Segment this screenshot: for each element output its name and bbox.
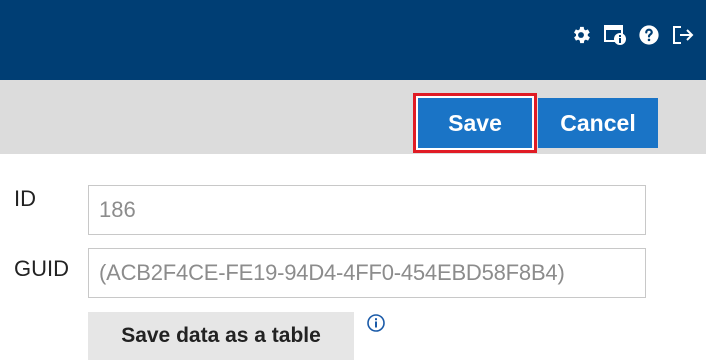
help-icon[interactable] — [636, 22, 662, 48]
page: Save Cancel ID 186 GUID (ACB2F4CE-FE19-9… — [0, 0, 706, 362]
info-icon[interactable] — [366, 313, 386, 333]
top-header-bar — [0, 0, 706, 80]
window-info-icon[interactable] — [602, 22, 628, 48]
logout-icon[interactable] — [670, 22, 696, 48]
guid-label: GUID — [14, 256, 69, 281]
id-field[interactable]: 186 — [88, 185, 646, 235]
gear-icon[interactable] — [568, 22, 594, 48]
save-data-as-table-button[interactable]: Save data as a table — [88, 312, 354, 360]
save-button[interactable]: Save — [418, 98, 532, 148]
id-label: ID — [14, 186, 36, 211]
header-icon-group — [568, 20, 696, 50]
cancel-button[interactable]: Cancel — [538, 98, 658, 148]
guid-field[interactable]: (ACB2F4CE-FE19-94D4-4FF0-454EBD58F8B4) — [88, 248, 646, 298]
